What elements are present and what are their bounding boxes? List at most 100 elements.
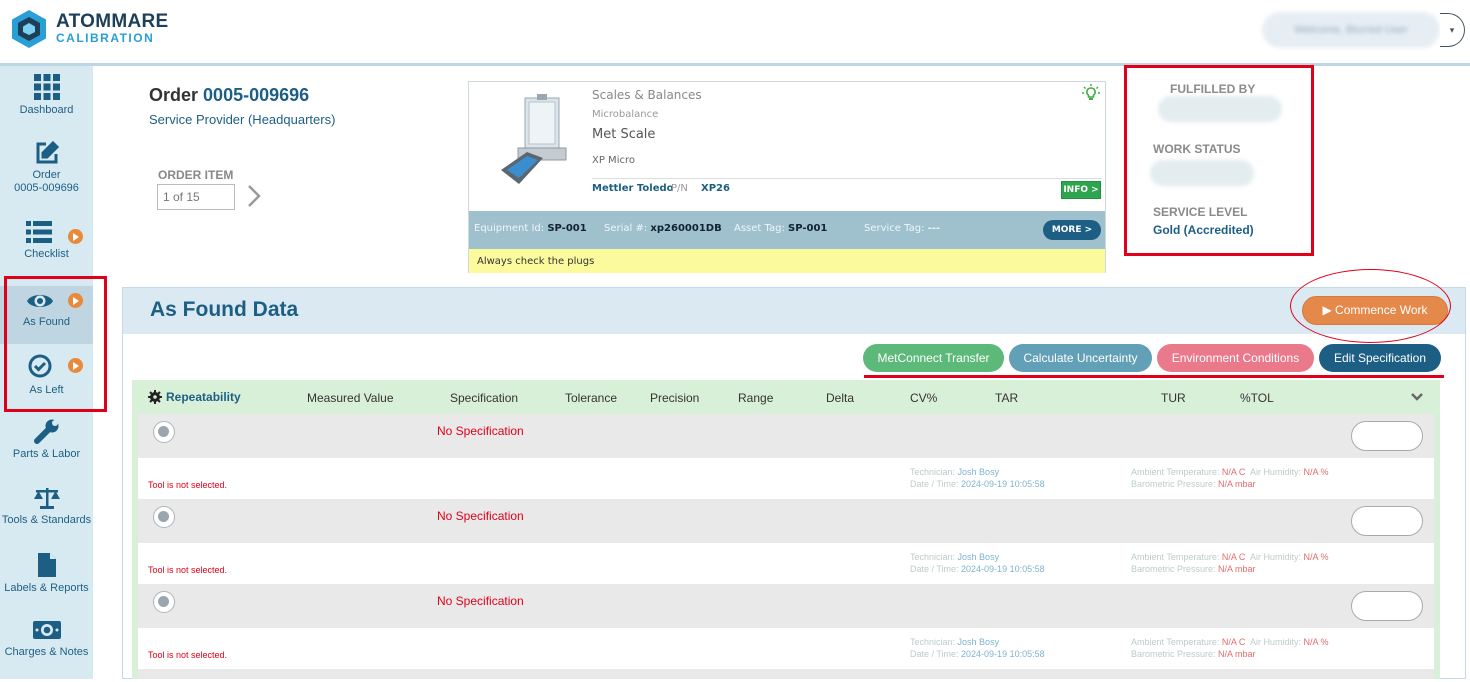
edit-icon xyxy=(36,141,59,164)
pressure-value: N/A mbar xyxy=(1218,564,1256,574)
sidebar: Dashboard Order 0005-009696 Checklist As… xyxy=(0,66,93,679)
play-icon[interactable] xyxy=(68,358,83,373)
table-row-details: Tool is not selected. Technician: Josh B… xyxy=(138,628,1434,669)
panel-header: As Found Data xyxy=(123,288,1465,334)
equipment-subcategory: Microbalance xyxy=(592,109,659,120)
column-header: TUR xyxy=(1161,391,1186,405)
serial-label: Serial #: xyxy=(604,223,648,234)
row-value-input[interactable] xyxy=(1351,591,1423,621)
section-title: Repeatability xyxy=(166,390,241,404)
lightbulb-icon[interactable] xyxy=(1082,84,1100,102)
sidebar-item-tools-standards[interactable]: Tools & Standards xyxy=(0,486,93,550)
table-row: No Specification xyxy=(138,499,1434,543)
tool-warning: Tool is not selected. xyxy=(148,480,228,490)
chevron-down-icon[interactable] xyxy=(1411,392,1423,402)
humidity-label: Air Humidity: xyxy=(1249,467,1301,477)
commence-work-button[interactable]: ▶ Commence Work xyxy=(1302,296,1448,325)
expand-row-icon[interactable] xyxy=(153,421,175,443)
check-circle-icon xyxy=(28,354,52,378)
equipment-card: Scales & Balances Microbalance Met Scale… xyxy=(468,81,1106,273)
pressure-label: Barometric Pressure: xyxy=(1131,649,1216,659)
tool-warning: Tool is not selected. xyxy=(148,650,228,660)
order-number: 0005-009696 xyxy=(203,85,310,105)
equipment-id-field: Equipment Id: SP-001 xyxy=(474,223,587,234)
user-dropdown-button[interactable]: ▾ xyxy=(1440,13,1465,47)
list-icon xyxy=(26,221,52,243)
table-row xyxy=(138,669,1434,679)
play-icon: ▶ xyxy=(1322,303,1332,317)
user-greeting: Welcome, Blurred User xyxy=(1294,24,1408,36)
temperature-label: Ambient Temperature: xyxy=(1131,467,1220,477)
brand-subtitle: CALIBRATION xyxy=(56,31,155,45)
user-menu[interactable]: Welcome, Blurred User xyxy=(1262,12,1440,48)
highlight-underline xyxy=(864,375,1444,378)
tool-warning: Tool is not selected. xyxy=(148,565,228,575)
date-label: Date / Time: xyxy=(910,479,959,489)
column-header: CV% xyxy=(910,391,938,405)
sidebar-item-parts-labor[interactable]: Parts & Labor xyxy=(0,418,93,482)
column-header: Tolerance xyxy=(565,391,618,405)
play-icon[interactable] xyxy=(68,293,83,308)
specification-status: No Specification xyxy=(437,424,524,438)
table-row: No Specification xyxy=(138,584,1434,628)
commence-work-label: Commence Work xyxy=(1335,303,1428,317)
service-tag-value: --- xyxy=(927,223,941,234)
table-row-details: Tool is not selected. Technician: Josh B… xyxy=(138,543,1434,584)
play-icon[interactable] xyxy=(68,229,83,244)
calculate-uncertainty-button[interactable]: Calculate Uncertainty xyxy=(1009,344,1152,372)
sidebar-item-label: Charges & Notes xyxy=(4,646,89,658)
chevron-right-icon[interactable] xyxy=(244,183,264,209)
equipment-model: XP Micro xyxy=(592,155,635,166)
equipment-note: Always check the plugs xyxy=(469,249,1105,273)
technician-info: Technician: Josh Bosy Date / Time: 2024-0… xyxy=(910,551,1045,575)
work-status-value xyxy=(1150,160,1254,186)
technician-label: Technician: xyxy=(910,552,956,562)
row-value-input[interactable] xyxy=(1351,506,1423,536)
sidebar-item-dashboard[interactable]: Dashboard xyxy=(0,74,93,138)
expand-row-icon[interactable] xyxy=(153,506,175,528)
service-level-value: Gold (Accredited) xyxy=(1153,223,1254,237)
temperature-value: N/A C xyxy=(1221,637,1246,647)
order-item-label: ORDER ITEM xyxy=(158,168,234,182)
fulfilled-by-label: FULFILLED BY xyxy=(1170,82,1256,96)
panel-title: As Found Data xyxy=(150,298,299,321)
date-value: 2024-09-19 10:05:58 xyxy=(961,564,1045,574)
eye-icon xyxy=(27,295,53,307)
humidity-value: N/A % xyxy=(1303,467,1329,477)
sidebar-item-labels-reports[interactable]: Labels & Reports xyxy=(0,552,93,616)
sidebar-item-label: Dashboard xyxy=(19,104,74,116)
metconnect-transfer-button[interactable]: MetConnect Transfer xyxy=(863,344,1004,372)
environment-conditions-button[interactable]: Environment Conditions xyxy=(1157,344,1314,372)
edit-specification-button[interactable]: Edit Specification xyxy=(1319,344,1441,372)
column-header: Measured Value xyxy=(307,391,394,405)
part-number-label: P/N xyxy=(671,183,688,194)
serial-value: xp260001DB xyxy=(650,223,722,234)
gear-icon xyxy=(148,390,162,404)
technician-name: Josh Bosy xyxy=(957,637,1000,647)
technician-name: Josh Bosy xyxy=(957,467,1000,477)
work-status-label: WORK STATUS xyxy=(1153,142,1241,156)
row-value-input[interactable] xyxy=(1351,421,1423,451)
date-value: 2024-09-19 10:05:58 xyxy=(961,479,1045,489)
order-item-input[interactable] xyxy=(157,184,235,210)
humidity-label: Air Humidity: xyxy=(1249,552,1301,562)
environment-info: Ambient Temperature: N/A C Air Humidity:… xyxy=(1131,636,1328,660)
specification-status: No Specification xyxy=(437,509,524,523)
technician-label: Technician: xyxy=(910,467,956,477)
specification-status: No Specification xyxy=(437,594,524,608)
technician-label: Technician: xyxy=(910,637,956,647)
top-bar: ATOMMARE CALIBRATION Welcome, Blurred Us… xyxy=(0,0,1470,66)
sidebar-item-charges-notes[interactable]: Charges & Notes xyxy=(0,618,93,682)
pressure-label: Barometric Pressure: xyxy=(1131,479,1216,489)
expand-row-icon[interactable] xyxy=(153,591,175,613)
info-button[interactable]: INFO > xyxy=(1061,181,1101,199)
wrench-icon xyxy=(33,419,58,444)
sidebar-item-order[interactable]: Order 0005-009696 xyxy=(0,141,93,205)
fulfilled-by-value xyxy=(1158,96,1282,122)
equipment-name: Met Scale xyxy=(592,127,656,142)
column-header: Precision xyxy=(650,391,700,405)
more-button[interactable]: MORE > xyxy=(1043,220,1101,240)
table-row-details: Tool is not selected. Technician: Josh B… xyxy=(138,458,1434,499)
chevron-down-icon: ▾ xyxy=(1449,25,1455,35)
technician-info: Technician: Josh Bosy Date / Time: 2024-0… xyxy=(910,466,1045,490)
